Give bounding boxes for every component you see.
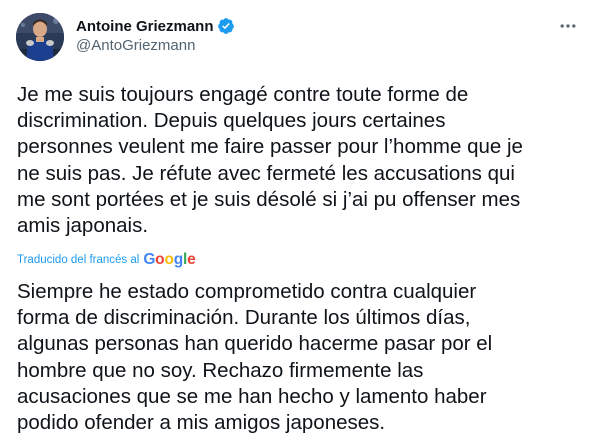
author-display-name[interactable]: Antoine Griezmann (76, 18, 214, 35)
more-options-icon (560, 24, 576, 28)
more-options-button[interactable] (556, 14, 580, 38)
avatar-photo-icon (16, 13, 64, 61)
author-name-row[interactable]: Antoine Griezmann (76, 16, 235, 36)
translation-text: Siempre he estado comprometido contra cu… (17, 280, 493, 435)
tweet-card: Antoine Griezmann @AntoGriezmann Je me s… (0, 0, 594, 448)
google-logo-icon: Google (143, 251, 196, 268)
translation-attribution[interactable]: Traducido del francés al Google (17, 251, 196, 269)
avatar[interactable] (16, 13, 64, 61)
translation-label: Traducido del francés al (17, 254, 140, 266)
tweet-text: Je me suis toujours engagé contre toute … (17, 83, 523, 238)
verified-badge-icon (217, 17, 235, 35)
author-handle[interactable]: @AntoGriezmann (76, 37, 195, 54)
